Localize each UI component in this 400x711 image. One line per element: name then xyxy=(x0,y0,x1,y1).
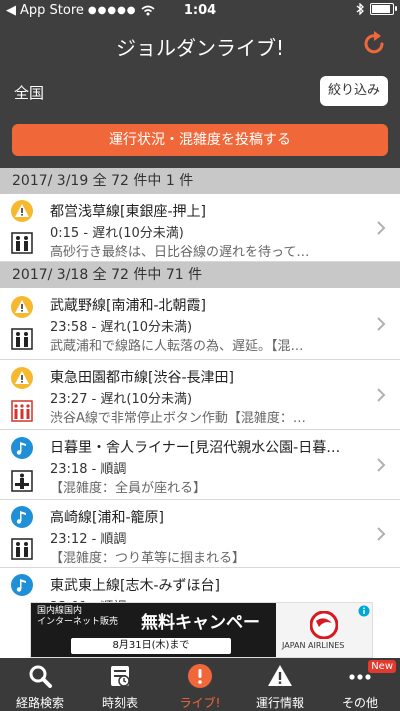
ad-left-panel: 国内線国内 インターネット販売 無料キャンペーン 8月31日(木)まで xyxy=(31,603,276,657)
timetable-icon xyxy=(111,666,130,687)
line-name: 東武東上線[志木-みずほ台] xyxy=(50,578,220,594)
info-icon[interactable] xyxy=(358,605,370,617)
region-label[interactable]: 全国 xyxy=(14,82,44,103)
line-comment: 【混雑度：全員が座れる】 xyxy=(50,481,207,496)
line-comment: 【混雑度：つり革等に掴まれる】 xyxy=(50,551,246,566)
line-name: 日暮里・舎人ライナー[見沼代親水公園-日暮… xyxy=(50,440,341,456)
line-comment: 渋谷A線で非常停止ボタン作動【混雑度：… xyxy=(50,411,306,426)
tab-live[interactable]: ライブ! xyxy=(160,658,240,711)
bluetooth-icon xyxy=(356,3,364,15)
chevron-right-icon xyxy=(377,458,386,472)
page-title: ジョルダンライブ! xyxy=(115,36,285,60)
line-name: 高崎線[浦和-籠原] xyxy=(50,510,164,526)
chevron-right-icon xyxy=(377,388,386,402)
nav-bar: ジョルダンライブ! xyxy=(0,22,400,66)
refresh-icon[interactable] xyxy=(362,30,388,56)
chevron-right-icon xyxy=(377,317,386,331)
warning-icon xyxy=(11,367,33,389)
tab-label: 経路検索 xyxy=(15,696,64,710)
tab-route-search[interactable]: 経路検索 xyxy=(0,658,80,711)
filter-button[interactable]: 絞り込み xyxy=(320,76,388,106)
status-bar: ◀ App Store ●●●●● 1:04 xyxy=(0,0,400,22)
battery-icon xyxy=(370,3,397,15)
tab-label: ライブ! xyxy=(179,696,221,710)
line-name: 武蔵野線[南浦和-北朝霞] xyxy=(50,298,206,314)
warning-icon xyxy=(268,665,292,686)
tab-service-info[interactable]: 運行情報 xyxy=(240,658,320,711)
line-status: 23:27 - 遅れ(10分未満) xyxy=(50,392,193,407)
chevron-right-icon xyxy=(377,527,386,541)
post-status-button[interactable]: 運行状況・混雑度を投稿する xyxy=(12,124,388,156)
tab-label: 運行情報 xyxy=(255,696,304,710)
ad-small-text: 国内線国内 インターネット販売 xyxy=(37,606,119,627)
line-comment: 高砂行き最終は、日比谷線の遅れを待って… xyxy=(50,245,310,260)
post-bar: 運行状況・混雑度を投稿する xyxy=(0,116,400,168)
line-status: 23:58 - 遅れ(10分未満) xyxy=(50,320,193,335)
line-status: 0:15 - 遅れ(10分未満) xyxy=(50,226,184,241)
crowd-standing-icon xyxy=(11,538,33,560)
filter-bar: 全国 絞り込み xyxy=(0,66,400,116)
tab-label: その他 xyxy=(341,696,378,710)
crowd-seated-icon xyxy=(11,470,33,492)
live-icon xyxy=(188,664,212,688)
status-time: 1:04 xyxy=(183,3,217,18)
crowd-seated-icon xyxy=(11,328,33,350)
jal-logo-icon xyxy=(310,611,338,639)
tab-timetable[interactable]: 時刻表 xyxy=(80,658,160,711)
line-status: 23:12 - 順調 xyxy=(50,532,127,547)
list-item[interactable]: 東急田園都市線[渋谷-長津田] 23:27 - 遅れ(10分未満) 渋谷A線で非… xyxy=(0,360,400,430)
line-name: 都営浅草線[東銀座-押上] xyxy=(50,204,206,220)
section-header: 2017/ 3/18 全 72 件中 71 件 xyxy=(0,262,400,288)
crowd-packed-icon xyxy=(11,400,33,422)
warning-icon xyxy=(11,200,33,222)
list-item[interactable]: 高崎線[浦和-籠原] 23:12 - 順調 【混雑度：つり革等に掴まれる】 xyxy=(0,500,400,568)
line-status: 23:18 - 順調 xyxy=(50,462,127,477)
music-note-icon xyxy=(11,437,33,459)
list-item[interactable]: 日暮里・舎人ライナー[見沼代親水公園-日暮… 23:18 - 順調 【混雑度：全… xyxy=(0,430,400,500)
list-item[interactable]: 武蔵野線[南浦和-北朝霞] 23:58 - 遅れ(10分未満) 武蔵浦和で線路に… xyxy=(0,288,400,360)
music-note-icon xyxy=(11,574,33,596)
line-name: 東急田園都市線[渋谷-長津田] xyxy=(50,370,234,386)
search-icon xyxy=(29,665,52,688)
new-badge: New xyxy=(368,660,396,673)
chevron-right-icon xyxy=(377,221,386,235)
crowd-seated-icon xyxy=(11,232,33,254)
tab-bar: 経路検索 時刻表 ライブ! 運行情報 New その他 xyxy=(0,658,400,711)
ad-date-text: 8月31日(木)まで xyxy=(71,638,231,654)
line-comment: 武蔵浦和で線路に人転落の為、遅延。【混… xyxy=(50,339,304,354)
ad-banner[interactable]: 国内線国内 インターネット販売 無料キャンペーン 8月31日(木)まで JAPA… xyxy=(30,602,373,658)
music-note-icon xyxy=(11,506,33,528)
section-header: 2017/ 3/19 全 72 件中 1 件 xyxy=(0,168,400,194)
tab-more[interactable]: New その他 xyxy=(320,658,400,711)
status-right xyxy=(356,3,397,15)
list-item[interactable]: 都営浅草線[東銀座-押上] 0:15 - 遅れ(10分未満) 高砂行き最終は、日… xyxy=(0,194,400,262)
warning-icon xyxy=(11,296,33,318)
tab-label: 時刻表 xyxy=(101,696,138,710)
ad-brand-text: JAPAN AIRLINES xyxy=(282,641,345,650)
